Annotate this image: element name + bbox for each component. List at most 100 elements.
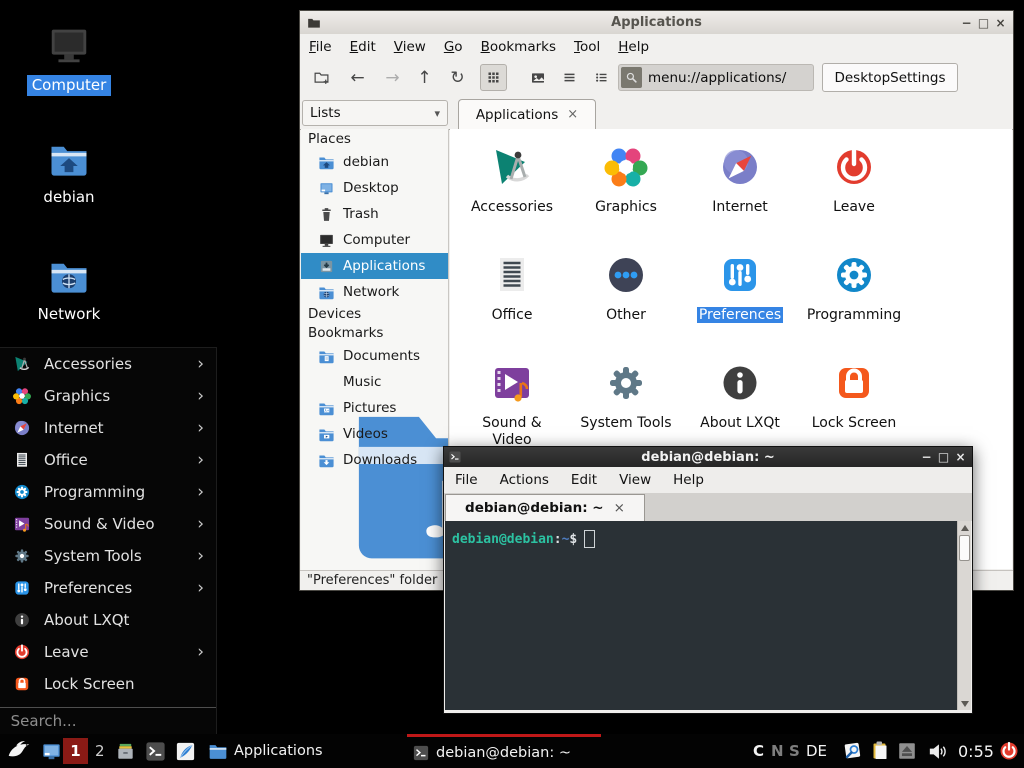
tray-clipboard-icon[interactable] — [868, 734, 892, 768]
sidebar-item-desktop[interactable]: Desktop — [301, 175, 448, 201]
app-item-preferences[interactable]: Preferences — [692, 251, 788, 324]
menu-help[interactable]: Help — [609, 39, 658, 55]
quicklaunch-file-manager[interactable] — [114, 734, 137, 768]
menu-edit[interactable]: Edit — [560, 472, 608, 488]
menu-item-leave[interactable]: Leave › — [0, 636, 216, 668]
start-menu-button[interactable] — [6, 734, 32, 768]
terminal-scrollbar[interactable] — [957, 521, 971, 710]
kbd-indicator-num[interactable]: N — [771, 734, 784, 768]
keyboard-layout-indicator[interactable]: DE — [806, 734, 827, 768]
app-item-leave[interactable]: Leave — [806, 143, 902, 216]
terminal-screen[interactable]: debian@debian:~$ — [445, 521, 957, 710]
app-item-system-tools[interactable]: System Tools — [578, 359, 674, 432]
detailed-view-button[interactable] — [588, 64, 615, 91]
file-manager-icon — [114, 740, 137, 763]
shutdown-button[interactable] — [997, 734, 1021, 768]
menu-item-graphics[interactable]: Graphics › — [0, 380, 216, 412]
menu-item-lock-screen[interactable]: Lock Screen — [0, 668, 216, 700]
scroll-up-button[interactable] — [958, 521, 971, 534]
side-pane-selector[interactable]: Lists ▾ — [302, 100, 448, 126]
maximize-button[interactable]: □ — [975, 16, 992, 30]
app-item-about-lxqt[interactable]: About LXQt — [692, 359, 788, 432]
new-tab-button[interactable] — [308, 64, 335, 91]
clock[interactable]: 0:55 — [958, 734, 994, 768]
menu-go[interactable]: Go — [435, 39, 472, 55]
menu-item-preferences[interactable]: Preferences › — [0, 572, 216, 604]
sidebar-item-music[interactable]: Music — [301, 369, 448, 395]
app-item-internet[interactable]: Internet — [692, 143, 788, 216]
app-item-sound-video[interactable]: Sound & Video — [464, 359, 560, 449]
tab-close-icon[interactable]: × — [567, 107, 578, 122]
thumbnail-view-button[interactable] — [524, 64, 551, 91]
close-button[interactable]: × — [992, 16, 1009, 30]
sidebar-item-applications[interactable]: Applications — [301, 253, 448, 279]
fm-panel-row: Lists ▾ Applications × — [300, 97, 1013, 130]
app-item-lock-screen[interactable]: Lock Screen — [806, 359, 902, 432]
minimize-button[interactable]: − — [918, 450, 935, 464]
menu-edit[interactable]: Edit — [341, 39, 385, 55]
menu-item-programming[interactable]: Programming › — [0, 476, 216, 508]
app-item-office[interactable]: Office — [464, 251, 560, 324]
icon-view-button[interactable] — [480, 64, 507, 91]
menu-file[interactable]: File — [444, 472, 489, 488]
menu-view[interactable]: View — [385, 39, 435, 55]
menu-item-office[interactable]: Office › — [0, 444, 216, 476]
workspace-1-button[interactable]: 1 — [63, 738, 88, 764]
folder-music-icon — [318, 374, 335, 391]
desktop-icon-computer[interactable]: Computer — [19, 22, 119, 96]
tab-close-icon[interactable]: × — [614, 500, 625, 516]
scroll-down-button[interactable] — [958, 697, 971, 710]
terminal-titlebar[interactable]: debian@debian: ~ − □ × — [444, 447, 972, 467]
back-button[interactable]: ← — [344, 64, 371, 91]
search-input[interactable] — [9, 711, 212, 731]
reload-button[interactable]: ↻ — [444, 64, 471, 91]
menu-bookmarks[interactable]: Bookmarks — [472, 39, 565, 55]
desktop-icon-debian[interactable]: debian — [19, 138, 119, 208]
menu-actions[interactable]: Actions — [489, 472, 560, 488]
maximize-button[interactable]: □ — [935, 450, 952, 464]
quicklaunch-terminal[interactable] — [144, 734, 167, 768]
menu-item-accessories[interactable]: Accessories › — [0, 348, 216, 380]
sidebar-item-documents[interactable]: Documents — [301, 343, 448, 369]
menu-file[interactable]: File — [300, 39, 341, 55]
forward-button[interactable]: → — [379, 64, 406, 91]
sidebar-item-debian[interactable]: debian — [301, 149, 448, 175]
tray-eject-icon[interactable] — [896, 734, 918, 768]
task-button-terminal[interactable]: debian@debian: ~ — [407, 734, 601, 768]
folder-icon — [208, 741, 228, 761]
address-bar[interactable]: menu://applications/ — [618, 64, 814, 91]
compact-view-button[interactable] — [556, 64, 583, 91]
tray-screenshot-icon[interactable] — [841, 734, 865, 768]
menu-view[interactable]: View — [608, 472, 662, 488]
minimize-button[interactable]: − — [958, 16, 975, 30]
tray-volume-icon[interactable] — [926, 734, 949, 768]
terminal-tab[interactable]: debian@debian: ~ × — [445, 494, 645, 521]
menu-item-sound-video[interactable]: Sound & Video › — [0, 508, 216, 540]
sidebar-item-trash[interactable]: Trash — [301, 201, 448, 227]
kbd-indicator-scroll[interactable]: S — [789, 734, 800, 768]
app-item-graphics[interactable]: Graphics — [578, 143, 674, 216]
menu-help[interactable]: Help — [662, 472, 715, 488]
desktop-settings-button[interactable]: DesktopSettings — [822, 63, 958, 92]
app-item-accessories[interactable]: Accessories — [464, 143, 560, 216]
tab-applications[interactable]: Applications × — [458, 99, 596, 129]
window-title: debian@debian: ~ — [444, 450, 972, 465]
close-button[interactable]: × — [952, 450, 969, 464]
quicklaunch-featherpad[interactable] — [174, 734, 197, 768]
sidebar-item-computer[interactable]: Computer — [301, 227, 448, 253]
app-item-other[interactable]: Other — [578, 251, 674, 324]
desktop-icon-network[interactable]: Network — [19, 255, 119, 325]
workspace-2-button[interactable]: 2 — [95, 734, 105, 768]
menu-item-system-tools[interactable]: System Tools › — [0, 540, 216, 572]
task-button-applications[interactable]: Applications — [208, 734, 398, 768]
fm-titlebar[interactable]: Applications − □ × — [300, 11, 1013, 35]
menu-tool[interactable]: Tool — [565, 39, 609, 55]
menu-item-internet[interactable]: Internet › — [0, 412, 216, 444]
kbd-indicator-caps[interactable]: C — [753, 734, 764, 768]
menu-item-about-lxqt[interactable]: About LXQt — [0, 604, 216, 636]
up-button[interactable]: ↑ — [411, 64, 438, 91]
app-item-programming[interactable]: Programming — [806, 251, 902, 324]
scrollbar-thumb[interactable] — [959, 535, 970, 561]
sidebar-item-network[interactable]: Network — [301, 279, 448, 305]
show-desktop-button[interactable] — [40, 734, 63, 768]
